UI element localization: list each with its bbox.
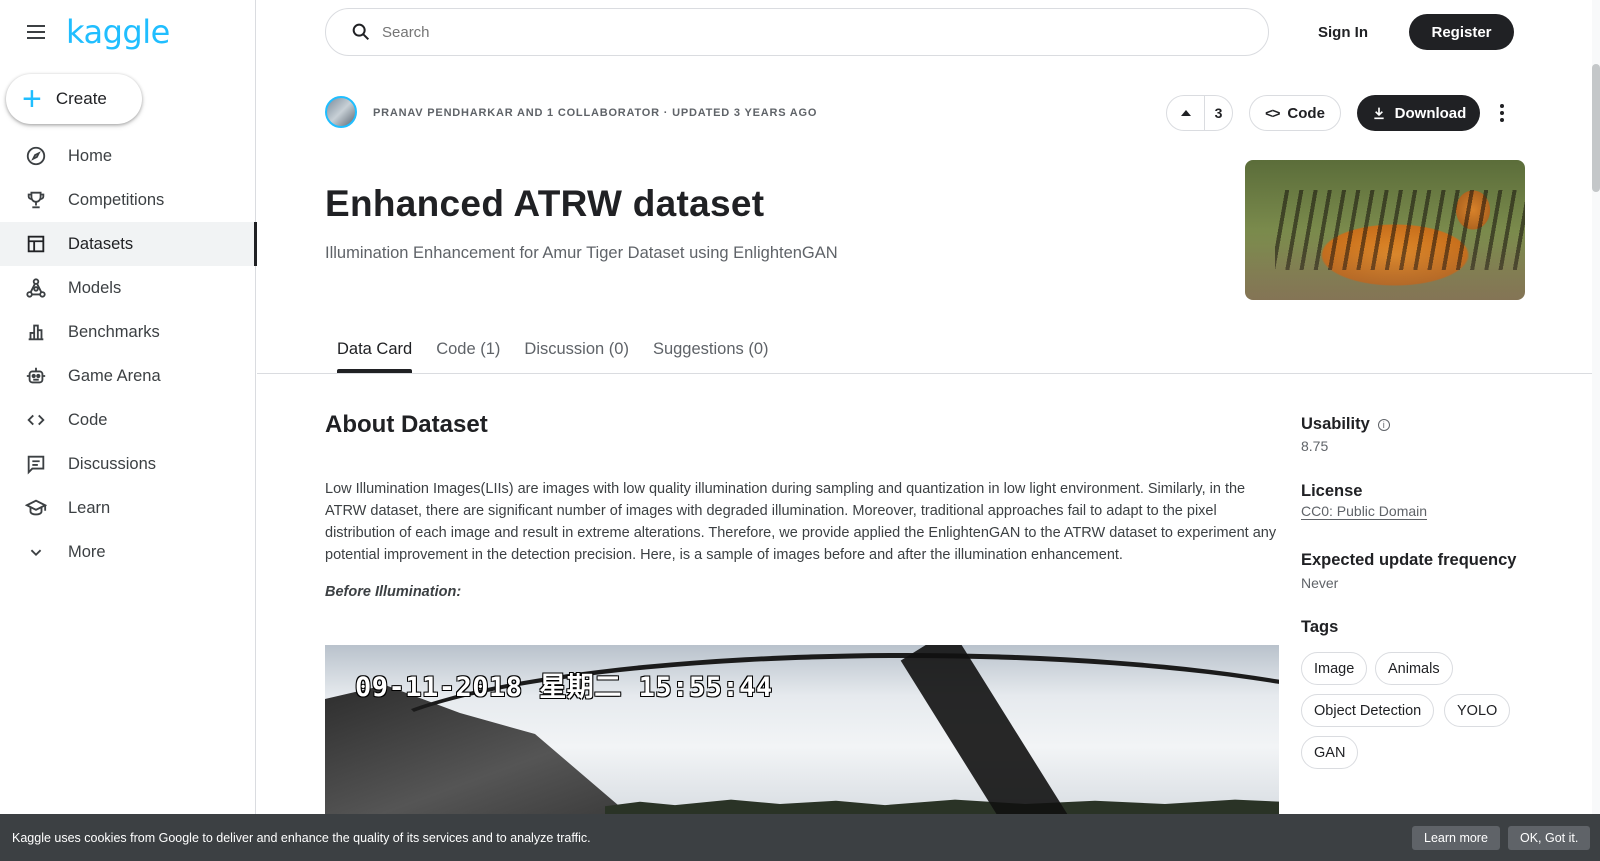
chevron-down-icon bbox=[24, 540, 48, 564]
usability-label: Usability bbox=[1301, 415, 1370, 433]
create-label: Create bbox=[55, 89, 107, 108]
school-icon bbox=[24, 496, 48, 520]
sidebar-item-learn[interactable]: Learn bbox=[0, 486, 256, 530]
sidebar-item-label: Competitions bbox=[68, 190, 165, 209]
code-button[interactable]: <> Code bbox=[1249, 95, 1341, 131]
code-icon bbox=[24, 408, 48, 432]
upvote-button[interactable] bbox=[1167, 96, 1205, 130]
hamburger-menu-icon[interactable] bbox=[24, 20, 48, 44]
learn-more-button[interactable]: Learn more bbox=[1412, 826, 1500, 850]
sidebar-nav: Home Competitions Datasets Models Benchm… bbox=[0, 134, 257, 574]
tag-chip[interactable]: GAN bbox=[1301, 736, 1359, 769]
tab-code[interactable]: Code (1) bbox=[424, 326, 512, 372]
sidebar-item-label: Home bbox=[68, 146, 113, 165]
sidebar-item-label: Benchmarks bbox=[68, 322, 160, 341]
vote-control: 3 bbox=[1166, 95, 1233, 131]
download-button[interactable]: Download bbox=[1357, 95, 1480, 131]
dataset-cover-image bbox=[1245, 160, 1525, 300]
page-title: Enhanced ATRW dataset bbox=[325, 183, 765, 224]
brand: kaggle bbox=[24, 14, 170, 50]
bar-chart-icon bbox=[24, 320, 48, 344]
about-heading: About Dataset bbox=[325, 411, 488, 438]
register-button[interactable]: Register bbox=[1409, 14, 1514, 50]
search-input[interactable] bbox=[382, 23, 1268, 41]
info-icon[interactable]: i bbox=[1377, 419, 1390, 431]
sidebar-item-models[interactable]: Models bbox=[0, 266, 256, 310]
code-button-label: Code bbox=[1287, 104, 1325, 122]
dataset-description: Low Illumination Images(LIIs) are images… bbox=[325, 481, 1277, 563]
sidebar-item-discussions[interactable]: Discussions bbox=[0, 442, 256, 486]
sidebar-item-benchmarks[interactable]: Benchmarks bbox=[0, 310, 256, 354]
cookie-text: Kaggle uses cookies from Google to deliv… bbox=[12, 830, 591, 845]
vote-count: 3 bbox=[1214, 105, 1223, 121]
download-label: Download bbox=[1394, 104, 1467, 122]
sidebar-item-label: Datasets bbox=[68, 234, 134, 253]
sidebar-item-more[interactable]: More bbox=[0, 530, 256, 574]
sample-image: 09-11-2018 星期二 15:55:44 bbox=[325, 645, 1279, 815]
frequency-value: Never bbox=[1301, 575, 1339, 591]
tab-discussion[interactable]: Discussion (0) bbox=[512, 326, 641, 372]
compass-icon bbox=[24, 144, 48, 168]
dataset-tabs: Data Card Code (1) Discussion (0) Sugges… bbox=[325, 326, 781, 373]
cookie-banner: Kaggle uses cookies from Google to deliv… bbox=[0, 814, 1600, 861]
more-options-icon[interactable] bbox=[1490, 97, 1514, 129]
comment-icon bbox=[24, 452, 48, 476]
sidebar: kaggle + Create Home Competitions Datase… bbox=[0, 0, 257, 861]
usability-heading: Usability i bbox=[1301, 415, 1390, 434]
dataset-meta: PRANAV PENDHARKAR AND 1 COLLABORATOR · U… bbox=[373, 107, 818, 119]
frequency-heading: Expected update frequency bbox=[1301, 551, 1517, 569]
models-icon bbox=[24, 276, 48, 300]
search-bar[interactable] bbox=[325, 8, 1269, 56]
sidebar-item-home[interactable]: Home bbox=[0, 134, 256, 178]
tab-data-card[interactable]: Data Card bbox=[325, 326, 424, 373]
table-icon bbox=[24, 232, 48, 256]
sign-in-button[interactable]: Sign In bbox=[1306, 14, 1380, 50]
sidebar-item-label: Learn bbox=[68, 498, 111, 517]
sidebar-item-label: More bbox=[68, 542, 106, 561]
caret-up-icon bbox=[1180, 110, 1191, 116]
usability-value: 8.75 bbox=[1301, 438, 1329, 454]
tag-chip[interactable]: Animals bbox=[1375, 652, 1453, 685]
scrollbar-thumb[interactable] bbox=[1592, 64, 1600, 192]
search-icon bbox=[352, 23, 370, 41]
create-button[interactable]: + Create bbox=[6, 74, 142, 124]
license-heading: License bbox=[1301, 482, 1363, 500]
before-illumination-label: Before Illumination: bbox=[325, 584, 462, 600]
sidebar-item-game-arena[interactable]: Game Arena bbox=[0, 354, 256, 398]
sidebar-item-code[interactable]: Code bbox=[0, 398, 256, 442]
download-icon bbox=[1373, 107, 1384, 120]
tags-heading: Tags bbox=[1301, 618, 1339, 636]
plus-icon: + bbox=[22, 80, 42, 118]
sidebar-item-label: Code bbox=[68, 410, 108, 429]
tab-suggestions[interactable]: Suggestions (0) bbox=[641, 326, 781, 372]
code-icon: <> bbox=[1265, 105, 1280, 121]
sidebar-item-label: Discussions bbox=[68, 454, 157, 473]
tag-chip[interactable]: YOLO bbox=[1444, 694, 1511, 727]
ok-got-it-button[interactable]: OK, Got it. bbox=[1508, 826, 1591, 850]
kaggle-logo[interactable]: kaggle bbox=[66, 14, 170, 50]
camera-timestamp: 09-11-2018 星期二 15:55:44 bbox=[355, 672, 773, 703]
sidebar-item-label: Game Arena bbox=[68, 366, 161, 385]
sidebar-item-competitions[interactable]: Competitions bbox=[0, 178, 256, 222]
page-scrollbar[interactable] bbox=[1592, 0, 1600, 861]
page-subtitle: Illumination Enhancement for Amur Tiger … bbox=[325, 244, 838, 262]
tag-chip[interactable]: Image bbox=[1301, 652, 1368, 685]
trophy-icon bbox=[24, 188, 48, 212]
license-link[interactable]: CC0: Public Domain bbox=[1301, 503, 1428, 520]
sidebar-item-label: Models bbox=[68, 278, 122, 297]
avatar[interactable] bbox=[325, 96, 357, 128]
sidebar-item-datasets[interactable]: Datasets bbox=[0, 222, 257, 266]
robot-icon bbox=[24, 364, 48, 388]
tabs-divider bbox=[257, 373, 1592, 374]
tag-chip[interactable]: Object Detection bbox=[1301, 694, 1435, 727]
